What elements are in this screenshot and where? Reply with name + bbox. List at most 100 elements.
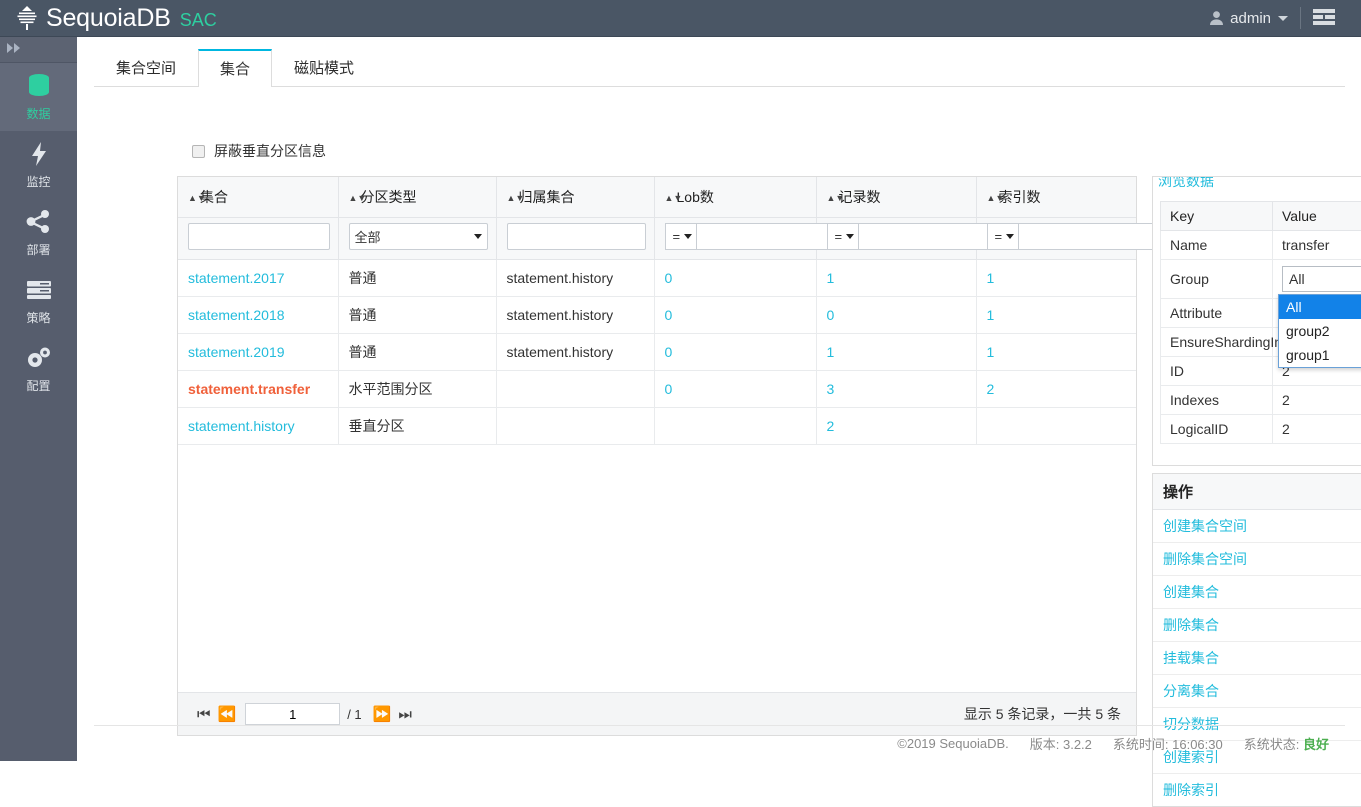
lob-value[interactable]: 0 [665,270,673,286]
last-page-icon[interactable]: ⏭ [394,707,415,722]
group-option-all[interactable]: All [1279,295,1361,319]
brand-logo[interactable]: SequoiaDB SAC [0,4,217,32]
filter-operator-records[interactable]: = [827,223,859,250]
column-label: 分区类型 [361,189,417,205]
column-header-index-count[interactable]: ▲▼索引数 [976,177,1136,218]
detail-value-cell: All [1273,260,1361,299]
sidebar-item-deploy[interactable]: 部署 [0,199,77,267]
operation-attach-collection[interactable]: 挂载集合 [1153,642,1361,675]
user-icon [1209,10,1224,26]
operator-value: = [673,229,681,244]
operation-create-collection-space[interactable]: 创建集合空间 [1153,510,1361,543]
cell-lob-count: 0 [654,260,816,297]
record-value[interactable]: 3 [827,381,835,397]
sort-icon: ▲▼ [349,194,357,203]
sidebar-item-config[interactable]: 配置 [0,335,77,403]
user-menu-button[interactable]: admin [1197,0,1300,36]
record-value[interactable]: 1 [827,344,835,360]
collection-table: ▲▼集合 ▲▼ 分区类型 ▲▼归属集合 ▲▼Lob数 ▲▼记录数 ▲▼索引数 全部 [178,177,1136,445]
group-option-group1[interactable]: group1 [1279,343,1361,367]
cell-partition-type: 垂直分区 [338,408,496,445]
sidebar-item-policy[interactable]: 策略 [0,267,77,335]
sidebar-collapse-button[interactable] [0,37,77,63]
collection-link[interactable]: statement.2017 [188,270,285,286]
operation-delete-collection-space[interactable]: 删除集合空间 [1153,543,1361,576]
page-number-input[interactable] [245,703,340,725]
tab-collection-space[interactable]: 集合空间 [94,49,198,87]
lob-value[interactable]: 0 [665,307,673,323]
filter-operator-indexes[interactable]: = [987,223,1019,250]
operation-create-collection[interactable]: 创建集合 [1153,576,1361,609]
filter-input-collection[interactable] [188,223,330,250]
column-label: 归属集合 [519,189,575,205]
record-value[interactable]: 1 [827,270,835,286]
cell-lob-count: 0 [654,297,816,334]
page-footer: ©2019 SequoiaDB. 版本: 3.2.2 系统时间: 16:06:3… [94,725,1345,761]
tab-collection[interactable]: 集合 [198,49,272,87]
filter-select-value: 全部 [355,227,470,246]
cell-parent-collection: statement.history [496,260,654,297]
column-label: Lob数 [677,189,714,205]
operations-title: 操作 [1153,474,1361,510]
collection-link[interactable]: statement.history [188,418,295,434]
collection-link[interactable]: statement.2018 [188,307,285,323]
column-header-partition-type[interactable]: ▲▼ 分区类型 [338,177,496,218]
column-header-lob-count[interactable]: ▲▼Lob数 [654,177,816,218]
chevron-down-icon [1278,16,1288,21]
hide-vertical-partition-checkbox[interactable] [192,145,205,158]
group-dropdown-menu[interactable]: All group2 group1 [1278,294,1361,368]
collection-link-selected[interactable]: statement.transfer [188,381,310,397]
detail-column-key: Key [1161,202,1273,231]
footer-status-value: 良好 [1303,737,1329,752]
index-value[interactable]: 1 [987,270,995,286]
detail-header-row: Key Value [1161,202,1361,231]
record-value[interactable]: 0 [827,307,835,323]
filter-input-parent-collection[interactable] [507,223,646,250]
prev-page-icon[interactable]: ⏪ [214,707,240,722]
table-row[interactable]: statement.2019 普通 statement.history 0 1 … [178,334,1136,371]
cell-record-count: 0 [816,297,976,334]
lob-value[interactable]: 0 [665,381,673,397]
footer-system-status: 系统状态: 良好 [1244,734,1329,753]
detail-row-indexes: Indexes 2 [1161,386,1361,415]
column-header-parent-collection[interactable]: ▲▼归属集合 [496,177,654,218]
cell-record-count: 1 [816,334,976,371]
detail-row-name: Name transfer [1161,231,1361,260]
group-select[interactable]: All [1282,266,1361,292]
group-option-group2[interactable]: group2 [1279,319,1361,343]
operation-delete-collection[interactable]: 删除集合 [1153,609,1361,642]
collection-link[interactable]: statement.2019 [188,344,285,360]
sidebar-item-monitor[interactable]: 监控 [0,131,77,199]
column-header-collection[interactable]: ▲▼集合 [178,177,338,218]
detail-key: Group [1161,260,1273,299]
column-header-record-count[interactable]: ▲▼记录数 [816,177,976,218]
filter-select-partition-type[interactable]: 全部 [349,223,488,250]
record-value[interactable]: 2 [827,418,835,434]
collection-table-card: ▲▼集合 ▲▼ 分区类型 ▲▼归属集合 ▲▼Lob数 ▲▼记录数 ▲▼索引数 全部 [177,176,1137,736]
cell-lob-count: 0 [654,334,816,371]
index-value[interactable]: 1 [987,307,995,323]
menu-toggle-button[interactable] [1301,0,1347,36]
table-row[interactable]: statement.2018 普通 statement.history 0 0 … [178,297,1136,334]
filter-operator-lob[interactable]: = [665,223,697,250]
chevron-down-icon [846,234,854,239]
lob-value[interactable]: 0 [665,344,673,360]
left-sidebar: 数据 监控 部署 [0,37,77,761]
index-value[interactable]: 2 [987,381,995,397]
table-row[interactable]: statement.transfer 水平范围分区 0 3 2 [178,371,1136,408]
operation-detach-collection[interactable]: 分离集合 [1153,675,1361,708]
operation-delete-index[interactable]: 删除索引 [1153,774,1361,806]
first-page-icon[interactable]: ⏮ [193,707,214,722]
cell-index-count [976,408,1136,445]
table-row[interactable]: statement.2017 普通 statement.history 0 1 … [178,260,1136,297]
table-row[interactable]: statement.history 垂直分区 2 [178,408,1136,445]
sidebar-item-data[interactable]: 数据 [0,63,77,131]
tab-tile-mode[interactable]: 磁贴模式 [272,49,376,87]
next-page-icon[interactable]: ⏩ [369,707,395,722]
cell-partition-type: 普通 [338,297,496,334]
bolt-icon [29,141,49,167]
tree-logo-icon [14,4,40,32]
index-value[interactable]: 1 [987,344,995,360]
cell-parent-collection [496,371,654,408]
header-right-actions: admin [1197,0,1361,36]
